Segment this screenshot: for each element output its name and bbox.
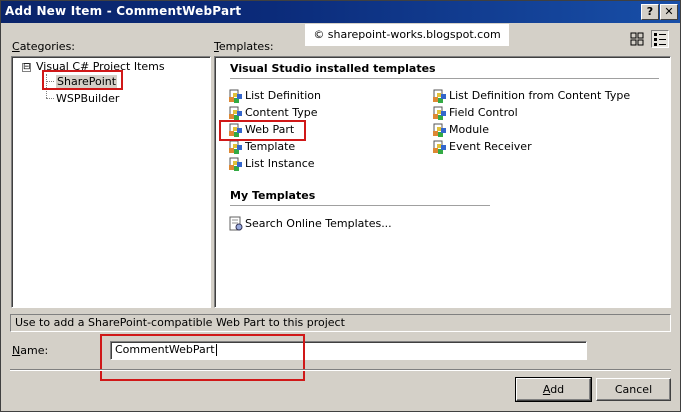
window-title: Add New Item - CommentWebPart [5, 4, 242, 18]
heading-divider [230, 78, 659, 79]
templates-label: Templates: [214, 40, 274, 53]
search-online-icon [229, 216, 243, 231]
small-icons-view-button[interactable] [651, 30, 669, 48]
template-icon [229, 106, 242, 120]
template-label: Event Receiver [449, 140, 532, 153]
heading-divider [230, 205, 490, 206]
template-icon [433, 106, 446, 120]
template-icon [433, 140, 446, 154]
small-icons-icon [654, 33, 666, 46]
installed-templates-heading: Visual Studio installed templates [230, 62, 436, 75]
tree-item-wspbuilder[interactable]: WSPBuilder [56, 92, 119, 105]
template-icon [433, 123, 446, 137]
collapse-icon[interactable]: ⊟ [22, 63, 31, 72]
tree-line [46, 98, 54, 99]
categories-tree[interactable]: ⊟ Visual C# Project Items SharePoint WSP… [11, 56, 211, 308]
template-icon [229, 89, 242, 103]
add-new-item-dialog: Add New Item - CommentWebPart ? ✕ Catego… [0, 0, 681, 412]
template-label: Content Type [245, 106, 318, 119]
template-icon [433, 89, 446, 103]
template-label: List Definition [245, 89, 321, 102]
template-label: List Definition from Content Type [449, 89, 631, 102]
template-label: Search Online Templates... [245, 217, 392, 230]
template-icon [229, 140, 242, 154]
large-icons-view-button[interactable] [628, 30, 646, 48]
templates-list[interactable]: Visual Studio installed templates List D… [214, 56, 671, 308]
template-label: Module [449, 123, 489, 136]
cancel-button[interactable]: Cancel [596, 378, 671, 401]
my-templates-heading: My Templates [230, 189, 316, 202]
highlight-box-name [100, 334, 305, 381]
add-button[interactable]: Add [515, 377, 592, 402]
title-bar[interactable]: Add New Item - CommentWebPart ? ✕ [1, 1, 680, 23]
close-button[interactable]: ✕ [660, 4, 678, 20]
template-label: Template [245, 140, 296, 153]
description-bar: Use to add a SharePoint-compatible Web P… [10, 314, 671, 332]
help-button[interactable]: ? [641, 4, 659, 20]
highlight-box-sharepoint [42, 70, 123, 90]
name-label: Name: [12, 344, 49, 357]
button-divider [10, 369, 671, 371]
large-icons-icon [630, 32, 644, 46]
highlight-box-web-part [219, 120, 306, 141]
template-label: Field Control [449, 106, 518, 119]
template-icon [229, 157, 242, 171]
categories-label: Categories: [12, 40, 76, 53]
watermark: © sharepoint-works.blogspot.com [305, 24, 509, 46]
template-label: List Instance [245, 157, 315, 170]
